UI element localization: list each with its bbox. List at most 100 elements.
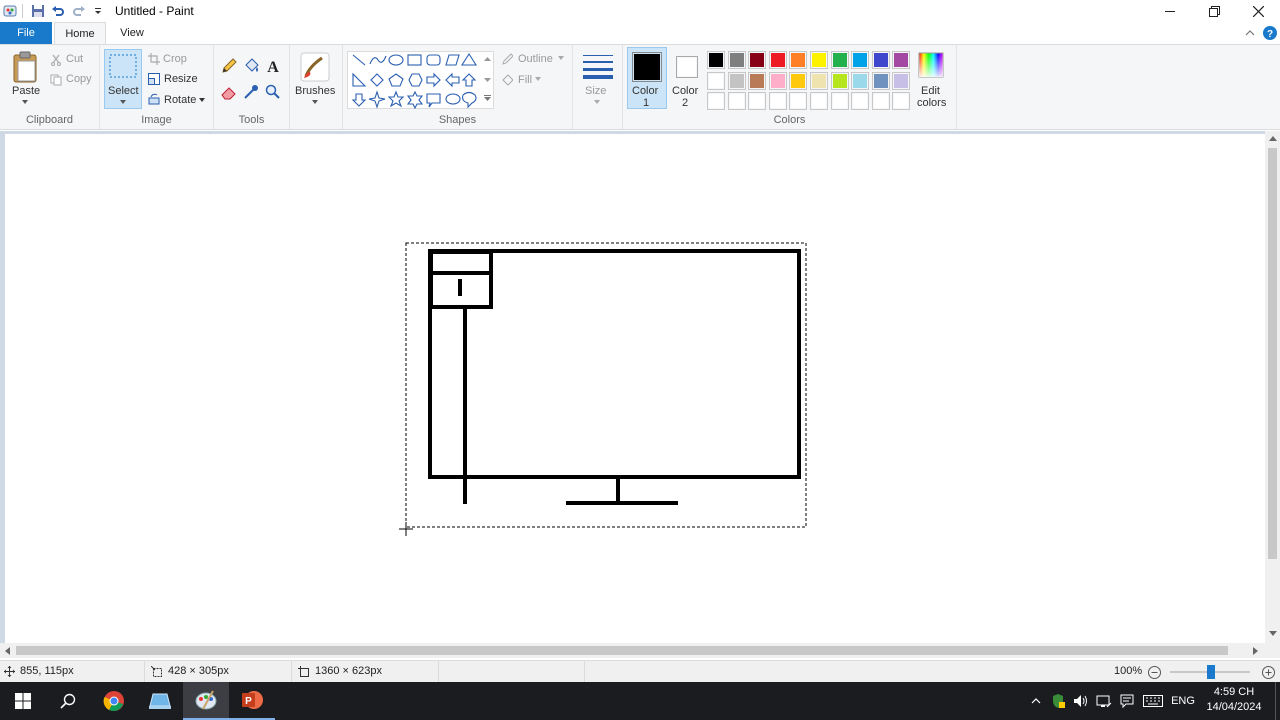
tab-view[interactable]: View: [108, 22, 156, 44]
color-picker-icon[interactable]: [242, 83, 260, 101]
palette-swatch[interactable]: [769, 51, 787, 69]
brushes-button[interactable]: Brushes: [295, 85, 335, 97]
minimize-button[interactable]: [1148, 0, 1192, 22]
palette-swatch[interactable]: [851, 92, 869, 110]
chevron-down-icon[interactable]: [21, 99, 29, 105]
color2-swatch[interactable]: [676, 56, 698, 78]
magnifier-icon[interactable]: [264, 83, 282, 101]
edit-colors-label[interactable]: Edit: [921, 85, 940, 97]
text-icon[interactable]: A: [264, 57, 282, 75]
help-icon[interactable]: ?: [1262, 25, 1278, 41]
powerpoint-taskbar-button[interactable]: P: [229, 682, 275, 720]
palette-swatch[interactable]: [851, 72, 869, 90]
palette-swatch[interactable]: [769, 92, 787, 110]
palette-swatch[interactable]: [892, 51, 910, 69]
zoom-out-icon[interactable]: [1147, 665, 1161, 679]
outline-icon[interactable]: [500, 52, 514, 66]
minimize-ribbon-icon[interactable]: [1243, 26, 1257, 40]
palette-swatch[interactable]: [831, 92, 849, 110]
palette-swatch[interactable]: [769, 72, 787, 90]
vertical-scroll-thumb[interactable]: [1268, 148, 1277, 559]
palette-swatch[interactable]: [851, 51, 869, 69]
scroll-down-icon[interactable]: [482, 75, 492, 85]
chevron-down-icon[interactable]: [119, 99, 127, 105]
palette-swatch[interactable]: [707, 92, 725, 110]
clock[interactable]: 4:59 CH 14/04/2024: [1203, 685, 1265, 715]
input-language[interactable]: ENG: [1168, 682, 1198, 720]
palette-swatch[interactable]: [831, 51, 849, 69]
palette-swatch[interactable]: [810, 72, 828, 90]
chevron-down-icon[interactable]: [198, 97, 206, 103]
pencil-icon[interactable]: [220, 57, 238, 75]
edit-colors-icon[interactable]: [917, 51, 945, 79]
palette-swatch[interactable]: [789, 92, 807, 110]
palette-swatch[interactable]: [872, 72, 890, 90]
close-button[interactable]: [1236, 0, 1280, 22]
copy-icon[interactable]: [49, 73, 63, 87]
volume-icon[interactable]: [1070, 682, 1092, 720]
color2-label[interactable]: Color: [672, 85, 698, 97]
resize-icon[interactable]: [147, 72, 161, 86]
chevron-down-icon[interactable]: [311, 99, 319, 105]
eraser-icon[interactable]: [220, 83, 238, 101]
fill-icon[interactable]: [500, 73, 514, 87]
laptop-taskbar-button[interactable]: [137, 682, 183, 720]
crop-button[interactable]: Crop: [163, 53, 187, 65]
copy-button[interactable]: Copy: [66, 73, 92, 85]
scroll-up-icon[interactable]: [482, 54, 492, 64]
palette-swatch[interactable]: [707, 51, 725, 69]
tab-home[interactable]: Home: [54, 22, 106, 45]
size-button[interactable]: Size: [585, 85, 606, 97]
palette-swatch[interactable]: [707, 72, 725, 90]
redo-icon[interactable]: [71, 3, 87, 19]
chevron-down-icon[interactable]: [557, 55, 565, 61]
crop-icon[interactable]: [147, 52, 161, 66]
line-size-icon[interactable]: [581, 52, 615, 80]
show-hidden-icons-icon[interactable]: [1027, 682, 1045, 720]
chevron-down-icon[interactable]: [534, 76, 542, 82]
palette-swatch[interactable]: [748, 92, 766, 110]
paste-button[interactable]: Paste: [12, 85, 40, 97]
palette-swatch[interactable]: [728, 72, 746, 90]
palette-swatch[interactable]: [789, 51, 807, 69]
palette-swatch[interactable]: [872, 92, 890, 110]
chrome-taskbar-button[interactable]: [91, 682, 137, 720]
palette-swatch[interactable]: [810, 51, 828, 69]
rotate-button[interactable]: Rotate: [164, 94, 196, 106]
paint-app-icon[interactable]: [2, 3, 18, 19]
action-center-icon[interactable]: [1116, 682, 1138, 720]
defender-icon[interactable]: [1047, 682, 1069, 720]
tab-file[interactable]: File: [0, 22, 52, 44]
fill-button[interactable]: Fill: [518, 74, 532, 86]
palette-swatch[interactable]: [728, 92, 746, 110]
palette-swatch[interactable]: [872, 51, 890, 69]
save-icon[interactable]: [30, 3, 46, 19]
scroll-left-arrow-icon[interactable]: [3, 646, 12, 655]
palette-swatch[interactable]: [728, 51, 746, 69]
network-icon[interactable]: [1093, 682, 1115, 720]
rotate-icon[interactable]: [147, 92, 161, 106]
scroll-right-arrow-icon[interactable]: [1251, 646, 1260, 655]
cut-icon[interactable]: [49, 53, 63, 67]
chevron-down-icon[interactable]: [593, 99, 601, 105]
paint-taskbar-button[interactable]: [183, 682, 229, 720]
drawing-canvas[interactable]: [5, 134, 1265, 643]
cut-button[interactable]: Cut: [66, 53, 83, 65]
restore-button[interactable]: [1192, 0, 1236, 22]
scroll-up-arrow-icon[interactable]: [1268, 134, 1277, 143]
fill-bucket-icon[interactable]: [242, 57, 260, 75]
scroll-down-arrow-icon[interactable]: [1268, 629, 1277, 638]
palette-swatch[interactable]: [892, 92, 910, 110]
palette-swatch[interactable]: [892, 72, 910, 90]
horizontal-scrollbar[interactable]: [0, 643, 1265, 658]
show-desktop-button[interactable]: [1275, 682, 1280, 720]
expand-gallery-icon[interactable]: [482, 93, 492, 103]
start-button[interactable]: [0, 682, 46, 720]
zoom-slider-thumb[interactable]: [1207, 665, 1215, 679]
palette-swatch[interactable]: [748, 72, 766, 90]
horizontal-scroll-thumb[interactable]: [16, 646, 1228, 655]
palette-swatch[interactable]: [831, 72, 849, 90]
touch-keyboard-icon[interactable]: [1140, 682, 1166, 720]
vertical-scrollbar[interactable]: [1265, 131, 1280, 643]
undo-icon[interactable]: [50, 3, 66, 19]
